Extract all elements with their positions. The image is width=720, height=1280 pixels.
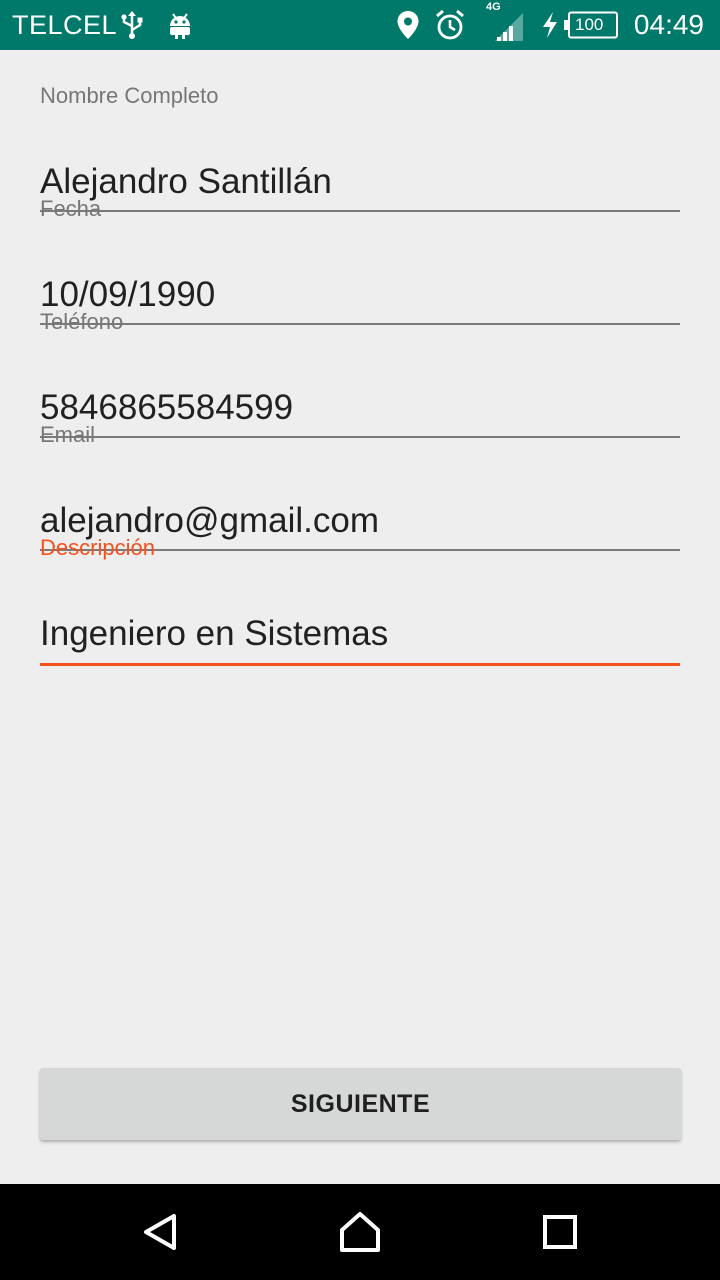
phone-field[interactable]: Teléfono 5846865584599: [40, 309, 680, 438]
home-button[interactable]: [330, 1202, 390, 1262]
description-input[interactable]: Ingeniero en Sistemas: [40, 613, 388, 655]
back-icon: [144, 1214, 176, 1250]
email-label: Email: [40, 422, 96, 447]
location-icon: [397, 11, 419, 39]
android-icon: [170, 13, 190, 39]
phone-label: Teléfono: [40, 309, 124, 334]
battery-icon: 100: [563, 11, 619, 39]
recents-button[interactable]: [530, 1202, 590, 1262]
full-name-field[interactable]: Nombre Completo Alejandro Santillán: [40, 83, 680, 212]
email-field[interactable]: Email alejandro@gmail.com: [40, 422, 680, 551]
usb-icon: [121, 11, 143, 39]
battery-level: 100: [575, 15, 604, 34]
full-name-label: Nombre Completo: [40, 83, 219, 108]
network-type-label: 4G: [486, 1, 501, 13]
charging-icon: [543, 12, 557, 38]
alarm-icon: [436, 9, 464, 40]
carrier-name: TELCEL: [12, 10, 118, 40]
back-button[interactable]: [130, 1202, 190, 1262]
recents-icon: [543, 1215, 577, 1249]
date-field[interactable]: Fecha 10/09/1990: [40, 196, 680, 325]
home-icon: [340, 1212, 380, 1252]
description-label: Descripción: [40, 535, 155, 560]
signal-icon: [495, 13, 523, 41]
status-bar: TELCEL 4G 100 04:49: [0, 0, 720, 50]
description-underline: [40, 663, 680, 666]
navigation-bar: [0, 1184, 720, 1280]
description-field[interactable]: Descripción Ingeniero en Sistemas: [40, 535, 680, 666]
next-button[interactable]: SIGUIENTE: [40, 1068, 681, 1140]
date-label: Fecha: [40, 196, 102, 221]
status-time: 04:49: [633, 9, 704, 40]
